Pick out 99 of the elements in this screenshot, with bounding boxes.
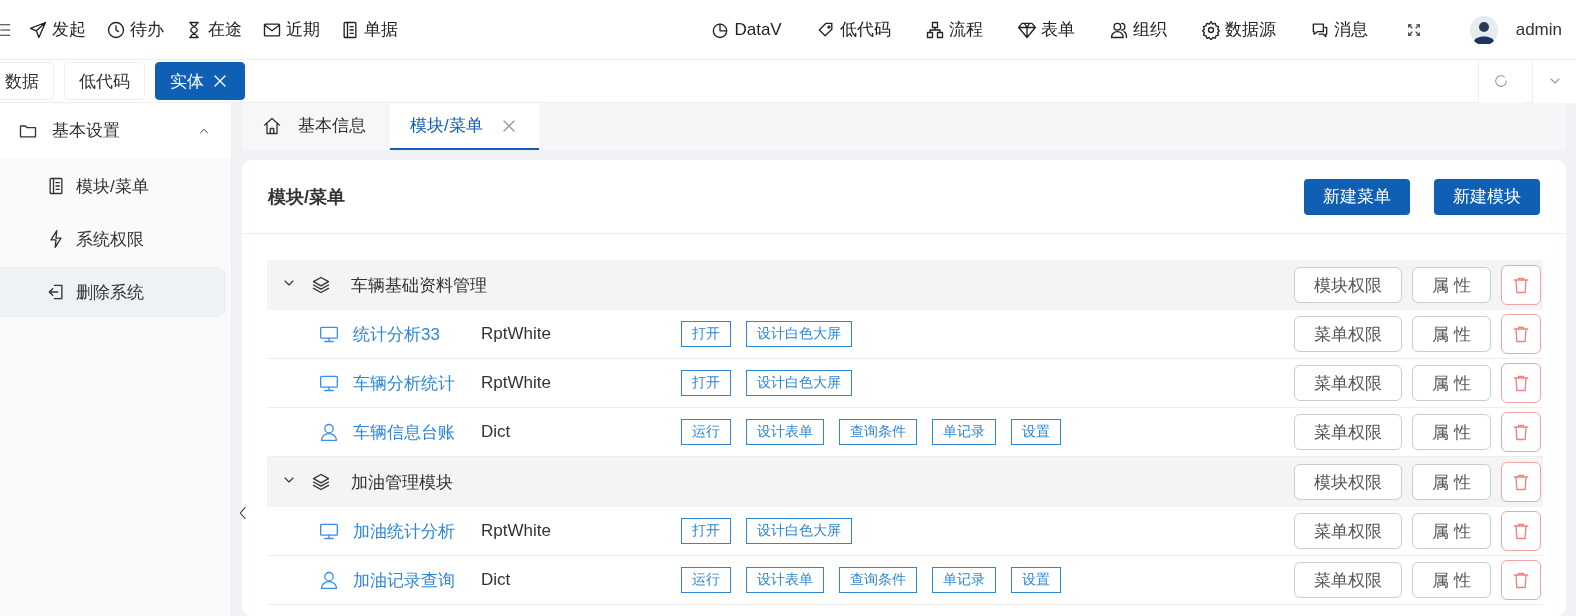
sidebar-item[interactable]: 模块/菜单: [0, 161, 226, 211]
action-button[interactable]: 查询条件: [839, 567, 917, 593]
page-tag[interactable]: 数据: [0, 62, 54, 100]
permission-button[interactable]: 菜单权限: [1294, 562, 1402, 598]
action-button[interactable]: 打开: [681, 370, 731, 396]
action-button[interactable]: 设计表单: [746, 419, 824, 445]
page-tag[interactable]: 低代码: [64, 62, 145, 100]
nav-link[interactable]: 流程: [924, 18, 983, 41]
exit-icon: [46, 282, 66, 302]
monitor-icon: [319, 521, 339, 541]
permission-button[interactable]: 菜单权限: [1294, 365, 1402, 401]
permission-button[interactable]: 模块权限: [1294, 267, 1402, 303]
monitor-icon: [319, 324, 339, 344]
action-button[interactable]: 运行: [681, 419, 731, 445]
action-button[interactable]: 设置: [1011, 567, 1061, 593]
create-button[interactable]: 新建模块: [1434, 178, 1540, 215]
module-row[interactable]: 加油管理模块 模块权限 属 性: [267, 457, 1543, 507]
menu-type: Dict: [481, 570, 512, 590]
delete-button[interactable]: [1501, 265, 1541, 305]
properties-button[interactable]: 属 性: [1412, 365, 1491, 401]
sidebar-item[interactable]: 删除系统: [0, 267, 226, 317]
delete-button[interactable]: [1501, 363, 1541, 403]
action-button[interactable]: 设计表单: [746, 567, 824, 593]
user-icon: [319, 422, 339, 442]
delete-button[interactable]: [1501, 511, 1541, 551]
page-tab[interactable]: 模块/菜单: [390, 103, 539, 150]
monitor-icon: [319, 373, 339, 393]
trash-icon: [1511, 472, 1531, 492]
delete-button[interactable]: [1501, 412, 1541, 452]
send-icon: [28, 19, 48, 40]
trash-icon: [1511, 324, 1531, 344]
module-name: 车辆基础资料管理: [351, 274, 488, 297]
menu-type: RptWhite: [481, 324, 552, 344]
menu-link[interactable]: 车辆分析统计: [353, 371, 481, 395]
fullscreen-icon: [1405, 21, 1422, 38]
nav-link[interactable]: 近期: [262, 18, 320, 41]
delete-button[interactable]: [1501, 560, 1541, 600]
menu-type: RptWhite: [481, 521, 552, 541]
nav-link[interactable]: 组织: [1108, 18, 1167, 41]
trash-icon: [1511, 422, 1531, 442]
action-button[interactable]: 运行: [681, 567, 731, 593]
trash-icon: [1511, 275, 1531, 295]
trash-icon: [1511, 521, 1531, 541]
action-button[interactable]: 单记录: [932, 567, 996, 593]
trash-icon: [1511, 570, 1531, 590]
create-button[interactable]: 新建菜单: [1304, 178, 1410, 215]
properties-button[interactable]: 属 性: [1412, 464, 1491, 500]
delete-button[interactable]: [1501, 314, 1541, 354]
properties-button[interactable]: 属 性: [1412, 513, 1491, 549]
menu-link[interactable]: 加油统计分析: [353, 519, 481, 543]
module-name: 加油管理模块: [351, 471, 454, 494]
action-button[interactable]: 查询条件: [839, 419, 917, 445]
nav-link[interactable]: 在途: [184, 18, 242, 41]
refresh-icon: [1492, 73, 1509, 89]
menu-link[interactable]: 车辆信息台账: [353, 420, 481, 444]
page-tag[interactable]: 实体: [155, 62, 245, 100]
action-button[interactable]: 设计白色大屏: [746, 370, 852, 396]
permission-button[interactable]: 菜单权限: [1294, 513, 1402, 549]
menu-type: Dict: [481, 422, 512, 442]
flow-icon: [924, 19, 945, 40]
action-button[interactable]: 设计白色大屏: [746, 321, 852, 347]
nav-link[interactable]: 表单: [1016, 18, 1075, 41]
action-button[interactable]: 单记录: [932, 419, 996, 445]
menu-link[interactable]: 统计分析33: [353, 322, 481, 346]
action-button[interactable]: 设置: [1011, 419, 1061, 445]
menu-type: RptWhite: [481, 373, 552, 393]
menu-link[interactable]: 加油记录查询: [353, 568, 481, 592]
nav-link[interactable]: DataV: [710, 19, 782, 40]
home-icon: [262, 115, 282, 136]
action-button[interactable]: 打开: [681, 518, 731, 544]
nav-link[interactable]: 发起: [28, 18, 86, 41]
permission-button[interactable]: 菜单权限: [1294, 414, 1402, 450]
nav-link[interactable]: 消息: [1309, 18, 1368, 41]
settings-icon: [1200, 19, 1221, 40]
layers-icon: [311, 275, 331, 295]
user-icon: [319, 570, 339, 590]
properties-button[interactable]: 属 性: [1412, 414, 1491, 450]
trash-icon: [1511, 373, 1531, 393]
nav-link[interactable]: 单据: [340, 18, 398, 41]
properties-button[interactable]: 属 性: [1412, 267, 1491, 303]
user-name[interactable]: admin: [1515, 19, 1562, 40]
action-button[interactable]: 设计白色大屏: [746, 518, 852, 544]
delete-button[interactable]: [1501, 462, 1541, 502]
avatar[interactable]: [1469, 15, 1498, 44]
properties-button[interactable]: 属 性: [1412, 562, 1491, 598]
nav-link[interactable]: 低代码: [815, 18, 891, 41]
sidebar-group[interactable]: 基本设置: [0, 103, 231, 158]
action-button[interactable]: 打开: [681, 321, 731, 347]
properties-button[interactable]: 属 性: [1412, 316, 1491, 352]
nav-link[interactable]: 数据源: [1200, 18, 1276, 41]
module-row[interactable]: 车辆基础资料管理 模块权限 属 性: [267, 260, 1543, 310]
clock-icon: [106, 19, 126, 40]
card-title: 模块/菜单: [268, 185, 346, 209]
permission-button[interactable]: 模块权限: [1294, 464, 1402, 500]
layers-icon: [311, 472, 331, 492]
sidebar-item[interactable]: 系统权限: [0, 214, 226, 264]
permission-button[interactable]: 菜单权限: [1294, 316, 1402, 352]
nav-link[interactable]: 待办: [106, 18, 164, 41]
refresh-button[interactable]: [1478, 59, 1522, 103]
